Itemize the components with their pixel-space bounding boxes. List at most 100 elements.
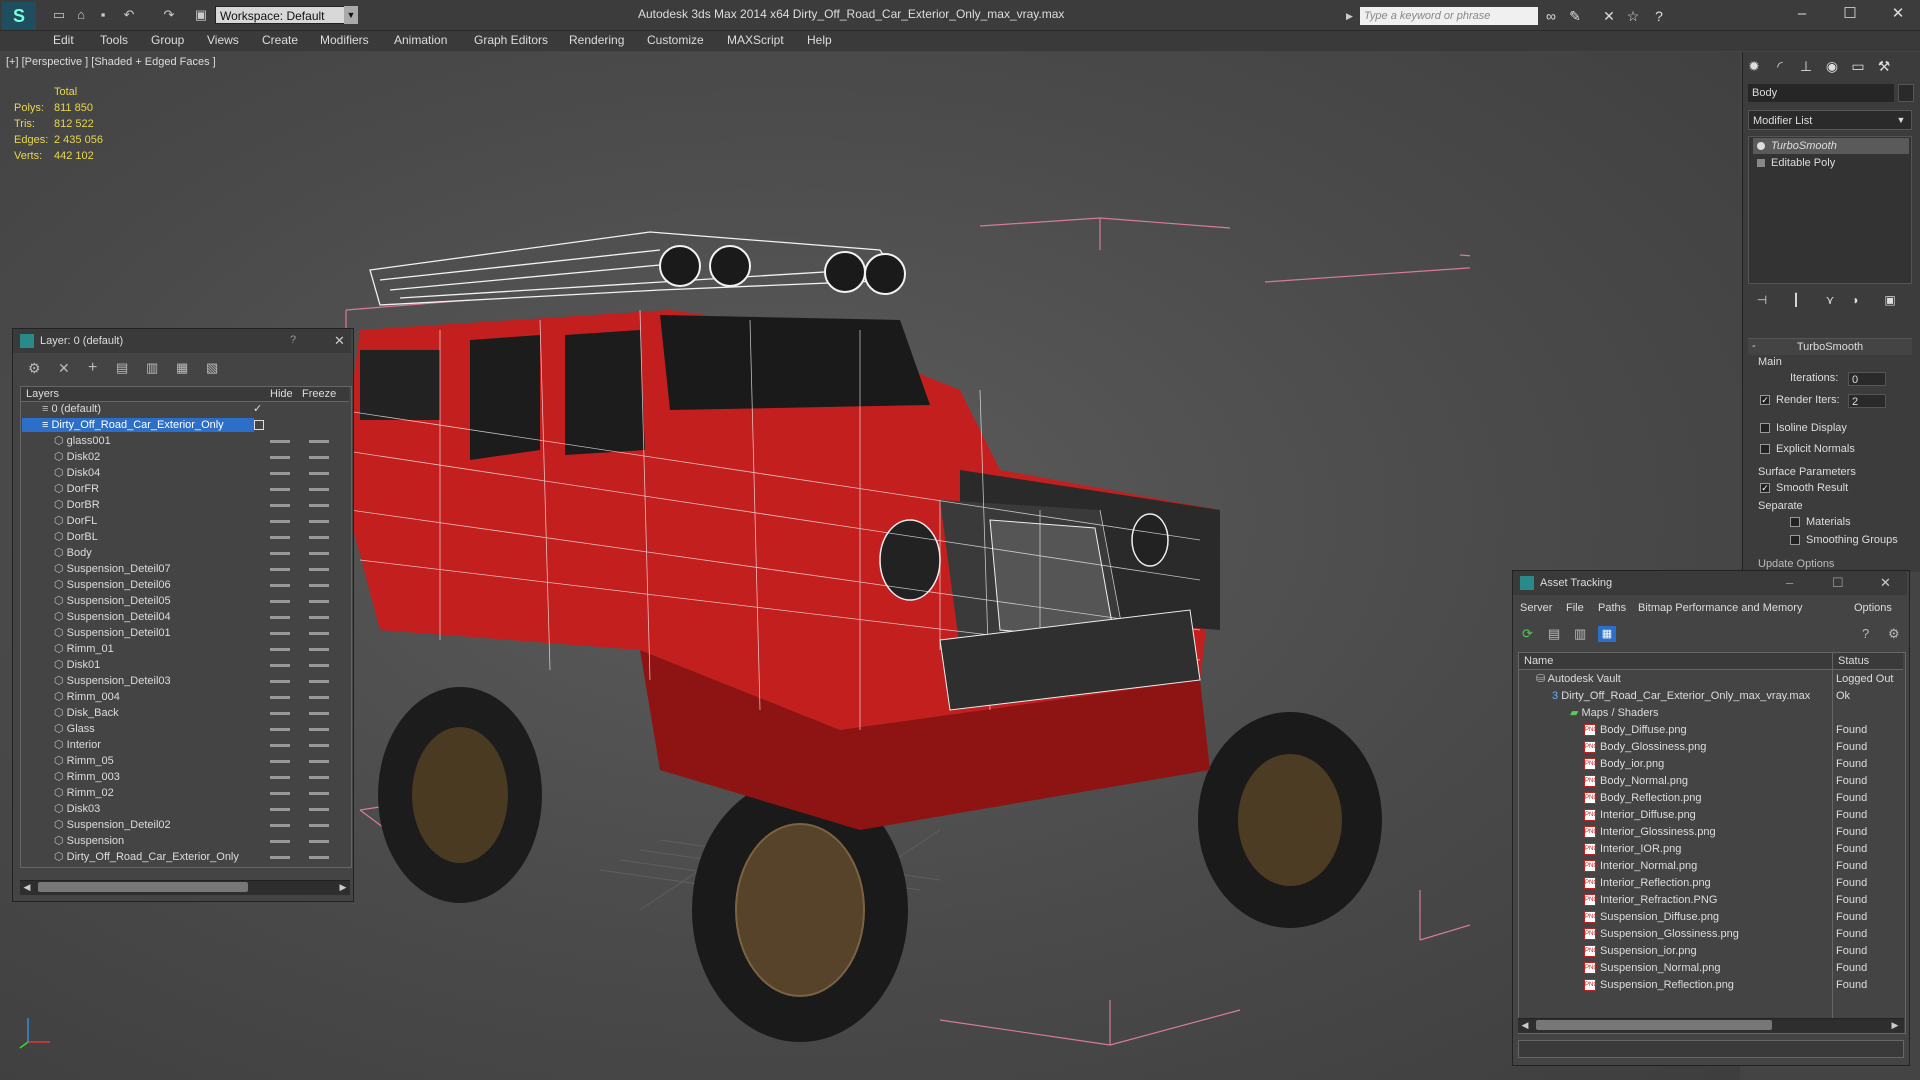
modify-tab-icon[interactable]: ◜: [1770, 56, 1790, 76]
visibility-toggle-icon[interactable]: ▬▬: [270, 563, 290, 574]
workspace-dropdown[interactable]: Workspace: Default: [215, 6, 358, 24]
app-logo-icon[interactable]: S: [2, 2, 36, 30]
settings-icon[interactable]: ⚙: [1888, 626, 1900, 642]
layer-object-row[interactable]: ⬡ Suspension_Deteil04: [54, 609, 171, 625]
asset-file-row[interactable]: PNG Suspension_Normal.png: [1584, 960, 1720, 976]
rollout-collapse-icon[interactable]: -: [1752, 340, 1756, 352]
menu-help[interactable]: Help: [807, 33, 832, 47]
smoothing-groups-checkbox[interactable]: [1790, 535, 1800, 545]
layer-object-row[interactable]: ⬡ DorFL: [54, 513, 97, 529]
close-window-button[interactable]: ✕: [1876, 2, 1920, 26]
asset-file-row[interactable]: PNG Body_ior.png: [1584, 756, 1664, 772]
layer-object-row[interactable]: ⬡ Suspension_Deteil01: [54, 625, 171, 641]
layer-object-row[interactable]: ⬡ Disk03: [54, 801, 100, 817]
visibility-toggle-icon[interactable]: ▬▬: [270, 531, 290, 542]
visibility-toggle-icon[interactable]: ▬▬: [309, 451, 329, 462]
object-name-field[interactable]: Body: [1748, 84, 1894, 102]
materials-checkbox[interactable]: [1790, 517, 1800, 527]
asset-file-row[interactable]: PNG Interior_Normal.png: [1584, 858, 1697, 874]
asset-menu-options[interactable]: Options: [1854, 602, 1892, 614]
maximize-icon[interactable]: ☐: [1832, 575, 1844, 591]
render-iters-spinner[interactable]: 2: [1848, 394, 1886, 408]
asset-file-row[interactable]: PNG Body_Reflection.png: [1584, 790, 1702, 806]
new-file-icon[interactable]: ▭: [50, 6, 68, 24]
menu-maxscript[interactable]: MAXScript: [727, 33, 784, 47]
scroll-right-icon[interactable]: ▶: [336, 880, 350, 894]
asset-file-row[interactable]: PNG Suspension_Glossiness.png: [1584, 926, 1739, 942]
show-end-result-icon[interactable]: ┃: [1786, 290, 1806, 310]
visibility-toggle-icon[interactable]: ▬▬: [309, 579, 329, 590]
delete-layer-icon[interactable]: ✕: [58, 360, 70, 377]
redo-icon[interactable]: ↷: [160, 6, 178, 24]
help-icon[interactable]: ?: [1650, 7, 1668, 25]
close-icon[interactable]: ✕: [334, 333, 345, 349]
visibility-toggle-icon[interactable]: ▬▬: [309, 755, 329, 766]
menu-graph-editors[interactable]: Graph Editors: [474, 33, 548, 47]
visibility-toggle-icon[interactable]: ▬▬: [270, 739, 290, 750]
iterations-spinner[interactable]: 0: [1848, 372, 1886, 386]
column-layers[interactable]: Layers: [26, 386, 59, 402]
make-unique-icon[interactable]: ⋎: [1820, 290, 1840, 310]
visibility-toggle-icon[interactable]: ▬▬: [309, 611, 329, 622]
scrollbar-thumb[interactable]: [38, 882, 248, 892]
subscription-icon[interactable]: ✎: [1566, 7, 1584, 25]
visibility-toggle-icon[interactable]: ▬▬: [309, 483, 329, 494]
asset-row-scene[interactable]: 3 Dirty_Off_Road_Car_Exterior_Only_max_v…: [1552, 688, 1810, 704]
visibility-toggle-icon[interactable]: ▬▬: [270, 803, 290, 814]
visibility-toggle-icon[interactable]: ▬▬: [270, 707, 290, 718]
visibility-toggle-icon[interactable]: ▬▬: [270, 483, 290, 494]
layer-object-row[interactable]: ⬡ Disk01: [54, 657, 100, 673]
layer-object-row[interactable]: ⬡ Disk_Back: [54, 705, 119, 721]
layer-object-row[interactable]: ⬡ Rimm_004: [54, 689, 120, 705]
visibility-toggle-icon[interactable]: ▬▬: [309, 467, 329, 478]
visibility-toggle-icon[interactable]: ▬▬: [309, 803, 329, 814]
lightbulb-icon[interactable]: [1757, 142, 1765, 150]
add-to-layer-icon[interactable]: ▤: [116, 360, 128, 376]
visibility-toggle-icon[interactable]: ▬▬: [309, 659, 329, 670]
layer-object-row[interactable]: ⬡ Rimm_02: [54, 785, 114, 801]
detail-view-icon[interactable]: ▥: [1574, 626, 1586, 642]
visibility-toggle-icon[interactable]: ▬▬: [309, 707, 329, 718]
hide-all-layers-icon[interactable]: ▧: [206, 360, 218, 376]
menu-edit[interactable]: Edit: [53, 33, 74, 47]
explicit-normals-checkbox[interactable]: [1760, 444, 1770, 454]
scroll-left-icon[interactable]: ◀: [1518, 1018, 1532, 1032]
menu-modifiers[interactable]: Modifiers: [320, 33, 369, 47]
asset-row-maps-folder[interactable]: ▰ Maps / Shaders: [1570, 705, 1659, 721]
menu-rendering[interactable]: Rendering: [569, 33, 624, 47]
stack-item-editable-poly[interactable]: Editable Poly: [1753, 155, 1909, 171]
open-file-icon[interactable]: ⌂: [72, 6, 90, 24]
asset-path-field[interactable]: [1518, 1040, 1904, 1058]
turbosmooth-rollout-header[interactable]: TurboSmooth: [1748, 338, 1912, 355]
help-icon[interactable]: ?: [1862, 626, 1869, 641]
scrollbar-thumb[interactable]: [1536, 1020, 1772, 1030]
visibility-toggle-icon[interactable]: ▬▬: [270, 499, 290, 510]
asset-menu-paths[interactable]: Paths: [1598, 602, 1626, 614]
layer-object-row[interactable]: ⬡ Disk02: [54, 449, 100, 465]
layer-object-row[interactable]: ⬡ Interior: [54, 737, 101, 753]
layer-object-row[interactable]: ⬡ Disk04: [54, 465, 100, 481]
visibility-toggle-icon[interactable]: ▬▬: [270, 515, 290, 526]
menu-tools[interactable]: Tools: [100, 33, 128, 47]
asset-file-row[interactable]: PNG Body_Normal.png: [1584, 773, 1688, 789]
visibility-toggle-icon[interactable]: ▬▬: [309, 435, 329, 446]
asset-menu-file[interactable]: File: [1566, 602, 1584, 614]
column-status[interactable]: Status: [1838, 653, 1869, 669]
configure-modifier-sets-icon[interactable]: ▣: [1880, 290, 1900, 310]
visibility-toggle-icon[interactable]: ▬▬: [270, 435, 290, 446]
layer-object-row[interactable]: ⬡ Glass: [54, 721, 95, 737]
asset-file-row[interactable]: PNG Interior_Diffuse.png: [1584, 807, 1696, 823]
layer-object-row[interactable]: ⬡ DorBR: [54, 497, 100, 513]
asset-row-vault[interactable]: ⛁ Autodesk Vault: [1536, 671, 1621, 687]
object-color-swatch[interactable]: [1898, 84, 1914, 102]
visibility-toggle-icon[interactable]: ▬▬: [309, 723, 329, 734]
layer-row[interactable]: ≡ 0 (default): [42, 401, 101, 417]
visibility-toggle-icon[interactable]: ▬▬: [270, 771, 290, 782]
list-view-icon[interactable]: ▤: [1548, 626, 1560, 642]
visibility-toggle-icon[interactable]: ▬▬: [270, 451, 290, 462]
visibility-toggle-icon[interactable]: ▬▬: [270, 787, 290, 798]
asset-file-row[interactable]: PNG Body_Diffuse.png: [1584, 722, 1687, 738]
create-tab-icon[interactable]: ✹: [1744, 56, 1764, 76]
undo-icon[interactable]: ↶: [120, 6, 138, 24]
utilities-tab-icon[interactable]: ⚒: [1874, 56, 1894, 76]
